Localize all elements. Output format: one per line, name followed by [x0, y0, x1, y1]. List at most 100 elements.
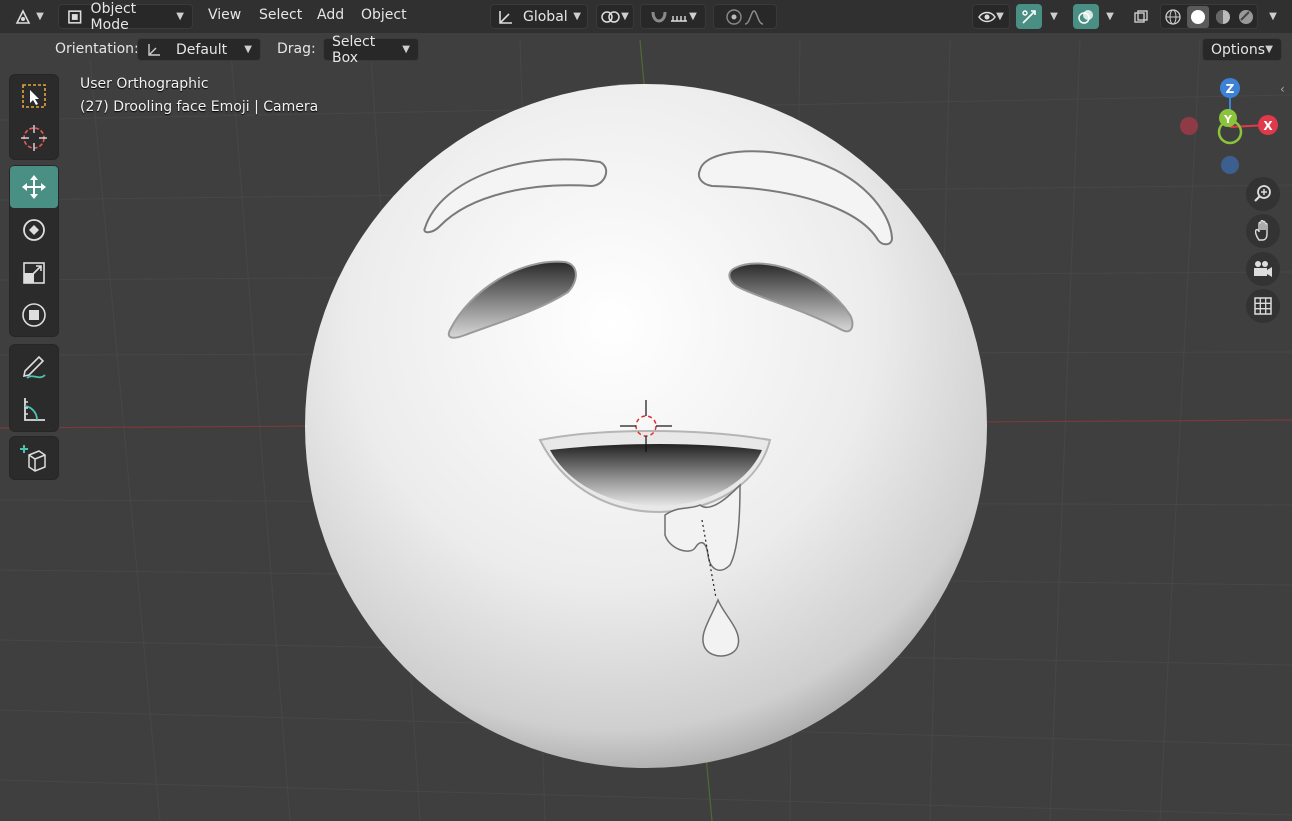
link-icon [601, 10, 620, 23]
viewport-header: ▼ Object Mode ▼ View Select Add Object G… [0, 0, 1292, 33]
drag-value: Select Box [332, 33, 376, 66]
emoji-model[interactable] [305, 84, 987, 768]
chevron-down-icon: ▼ [1050, 11, 1058, 22]
viewport-grid [0, 39, 1292, 821]
annotate-icon [22, 355, 46, 379]
scale-tool[interactable] [10, 252, 58, 294]
measure-icon [24, 398, 45, 421]
pivot-point-button[interactable]: ▼ [596, 4, 634, 29]
cursor-icon [21, 125, 47, 151]
tool-settings-bar: Orientation: Default ▼ Drag: Select Box … [0, 33, 1292, 66]
cursor-tool[interactable] [10, 117, 58, 159]
move-tool[interactable] [10, 166, 58, 208]
zoom-icon [1254, 185, 1271, 202]
material-preview-icon[interactable] [1214, 8, 1232, 26]
toolbar-group-select [10, 75, 58, 159]
menu-select[interactable]: Select [259, 7, 302, 23]
transform-icon [22, 303, 46, 327]
annotate-tool[interactable] [10, 345, 58, 387]
chevron-down-icon: ▼ [1269, 11, 1277, 22]
visibility-button[interactable]: ▼ [972, 4, 1010, 29]
chevron-down-icon: ▼ [573, 11, 581, 22]
measure-tool[interactable] [10, 388, 58, 430]
chevron-down-icon: ▼ [176, 11, 184, 22]
eye-icon [978, 11, 997, 22]
negative-z-axis-icon[interactable] [1221, 156, 1239, 174]
3d-viewport[interactable] [0, 0, 1292, 821]
gizmo-toggle-button[interactable] [1016, 4, 1042, 29]
shading-dropdown-button[interactable]: ▼ [1262, 4, 1284, 29]
grid-icon [1254, 297, 1272, 315]
orientation-value: Default [176, 41, 228, 58]
gizmo-icon [1022, 9, 1036, 24]
add-cube-icon [20, 445, 46, 472]
falloff-curve-icon [744, 9, 764, 25]
proportional-editing-icon [726, 8, 742, 25]
chevron-down-icon: ▼ [402, 44, 410, 55]
mode-selector[interactable]: Object Mode ▼ [58, 1, 193, 33]
editor-type-icon [15, 8, 31, 24]
orientation-icon [499, 10, 512, 24]
menu-add[interactable]: Add [317, 7, 344, 23]
camera-view-button[interactable] [1246, 252, 1280, 286]
camera-icon [1254, 261, 1272, 277]
gizmo-dropdown-button[interactable]: ▼ [1044, 4, 1064, 29]
wireframe-shading-icon[interactable] [1164, 8, 1182, 26]
editor-type-button[interactable]: ▼ [8, 4, 50, 29]
rendered-shading-icon[interactable] [1237, 8, 1255, 26]
snap-button[interactable]: ▼ [640, 4, 706, 29]
zoom-button[interactable] [1246, 177, 1280, 211]
chevron-down-icon: ▼ [689, 11, 697, 22]
orientation-axes-icon [148, 43, 160, 56]
toolbar-group-annotate [10, 345, 58, 431]
xray-toggle-button[interactable] [1128, 4, 1154, 29]
sidebar-toggle-icon[interactable]: ‹ [1280, 82, 1292, 102]
transform-orientation-dropdown[interactable]: Global ▼ [490, 4, 588, 29]
select-box-icon [22, 84, 46, 108]
overlays-toggle-button[interactable] [1073, 4, 1099, 29]
chevron-down-icon: ▼ [1106, 11, 1114, 22]
solid-shading-icon [1190, 9, 1205, 24]
chevron-down-icon: ▼ [36, 11, 44, 22]
solid-shading-button[interactable] [1186, 5, 1209, 28]
xray-icon [1134, 9, 1148, 23]
magnet-icon [651, 11, 667, 22]
menu-object[interactable]: Object [361, 7, 407, 23]
chevron-down-icon: ▼ [244, 44, 252, 55]
drag-dropdown[interactable]: Select Box ▼ [323, 34, 419, 66]
navigation-gizmo[interactable]: Z X Y [1170, 72, 1285, 182]
orientation-dropdown[interactable]: Default ▼ [137, 38, 261, 61]
chevron-down-icon: ▼ [996, 11, 1004, 22]
toolbar-group-transform [10, 166, 58, 336]
drag-setting-label: Drag: [277, 41, 316, 57]
shading-mode-group [1160, 4, 1258, 29]
options-label: Options [1211, 41, 1266, 58]
select-box-tool[interactable] [10, 75, 58, 117]
z-axis-label: Z [1226, 82, 1235, 96]
add-cube-tool[interactable] [10, 437, 58, 479]
x-axis-label: X [1263, 119, 1273, 133]
view-name-label: User Orthographic [80, 76, 209, 92]
snap-increment-icon [671, 15, 688, 22]
mode-label: Object Mode [90, 0, 137, 33]
pan-button[interactable] [1246, 214, 1280, 248]
overlays-icon [1078, 9, 1093, 24]
menu-view[interactable]: View [208, 7, 241, 23]
options-dropdown[interactable]: Options ▼ [1202, 38, 1282, 61]
chevron-down-icon: ▼ [621, 11, 629, 22]
ortho-toggle-button[interactable] [1246, 289, 1280, 323]
hand-icon [1254, 220, 1268, 241]
rotate-icon [23, 219, 45, 241]
chevron-down-icon: ▼ [1265, 44, 1273, 55]
object-mode-icon [68, 9, 82, 24]
proportional-editing-button[interactable] [713, 4, 777, 29]
orientation-label: Global [523, 8, 568, 25]
transform-tool[interactable] [10, 294, 58, 336]
move-icon [22, 175, 46, 199]
overlays-dropdown-button[interactable]: ▼ [1100, 4, 1120, 29]
y-axis-label: Y [1223, 113, 1233, 126]
scale-icon [23, 262, 45, 284]
rotate-tool[interactable] [10, 209, 58, 251]
negative-x-axis-icon[interactable] [1180, 117, 1198, 135]
orientation-setting-label: Orientation: [55, 41, 139, 57]
